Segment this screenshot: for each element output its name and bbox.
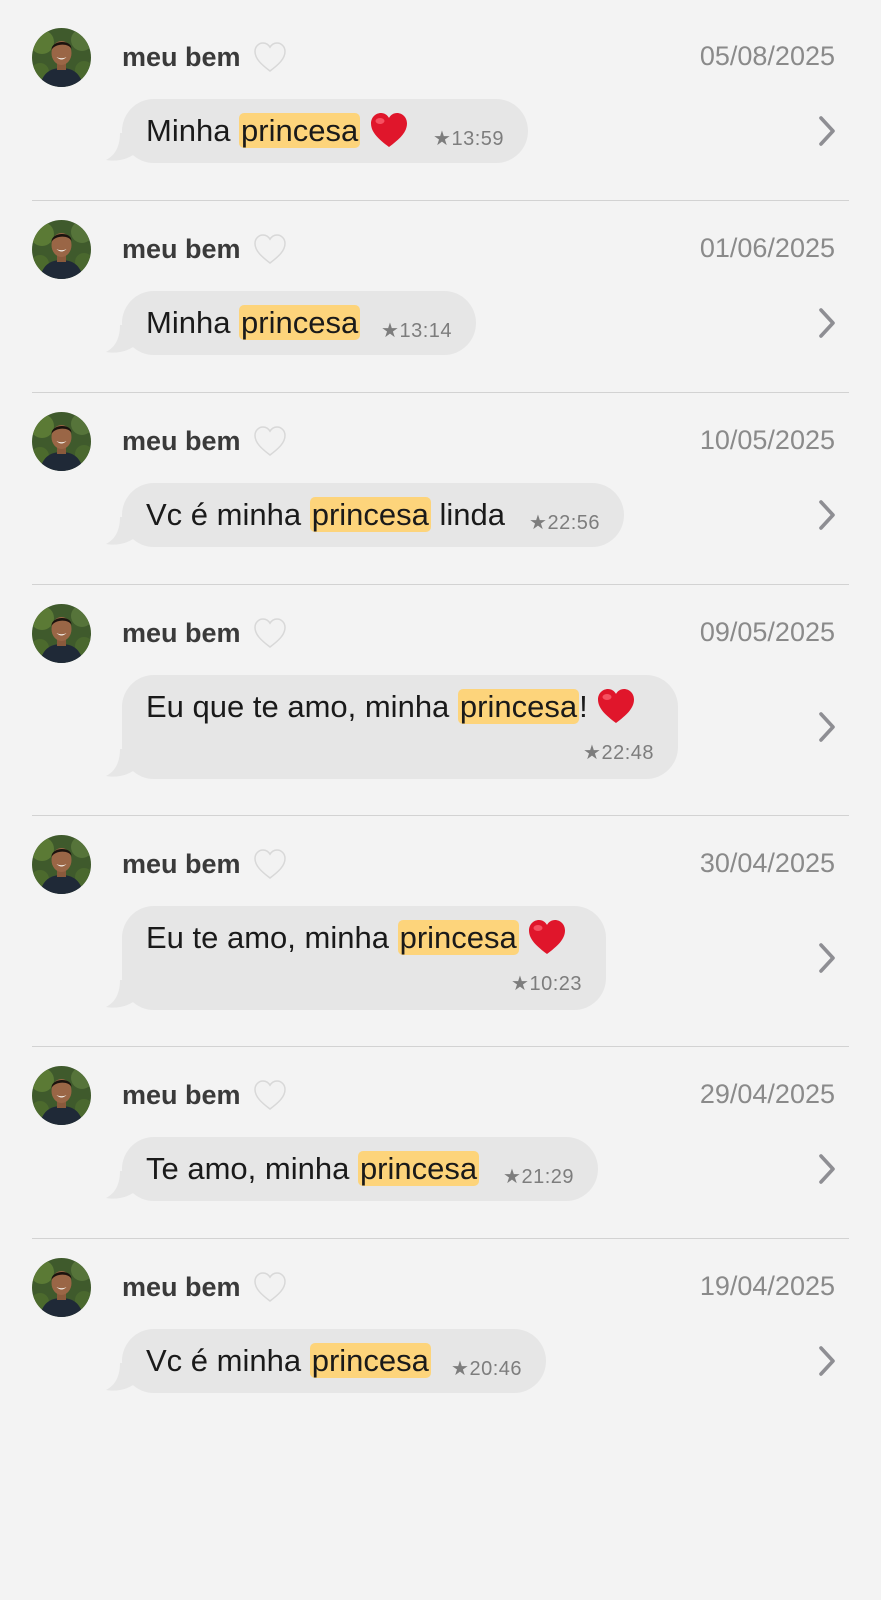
message-text: Te amo, minha princesa <box>146 1147 480 1191</box>
starred-time: ★13:14 <box>381 320 452 342</box>
chevron-right-icon[interactable] <box>817 498 837 532</box>
message-text-after: linda <box>430 497 506 532</box>
sender-name: meu bem <box>122 1080 241 1110</box>
white-heart-icon <box>253 233 287 265</box>
search-match-highlight: princesa <box>397 920 519 955</box>
starred-time: ★22:48 <box>583 742 654 764</box>
message-bubble[interactable]: Vc é minha princesa linda ★22:56 <box>106 483 624 547</box>
white-heart-icon <box>253 617 287 649</box>
red-heart-icon <box>527 918 567 956</box>
row-divider <box>32 815 849 816</box>
sender-name: meu bem <box>122 234 241 264</box>
starred-time: ★20:46 <box>451 1358 522 1380</box>
red-heart-icon <box>596 687 636 725</box>
message-text-before: Minha <box>146 305 240 340</box>
chevron-right-icon[interactable] <box>817 710 837 744</box>
search-match-highlight: princesa <box>357 1151 480 1186</box>
message-text: Eu que te amo, minha princesa! <box>146 685 636 729</box>
search-result-row[interactable]: meu bem 19/04/2025 Vc é minha princesa ★20:… <box>0 1230 881 1424</box>
message-text-before: Eu que te amo, minha <box>146 689 458 724</box>
bubble-tail <box>106 1171 146 1201</box>
message-bubble[interactable]: Vc é minha princesa ★20:46 <box>106 1329 546 1393</box>
bubble-tail <box>106 133 146 163</box>
message-date: 09/05/2025 <box>699 617 835 647</box>
white-heart-icon <box>253 41 287 73</box>
message-bubble[interactable]: Minha princesa ★13:14 <box>106 291 476 355</box>
white-heart-icon <box>253 1271 287 1303</box>
contact-avatar <box>32 1066 91 1125</box>
sender-name: meu bem <box>122 426 241 456</box>
bubble-tail <box>106 1363 146 1393</box>
message-date: 10/05/2025 <box>699 425 835 455</box>
starred-time: ★21:29 <box>503 1166 574 1188</box>
message-text: Vc é minha princesa linda <box>146 493 505 537</box>
message-text: Minha princesa <box>146 301 361 345</box>
search-result-row[interactable]: meu bem 29/04/2025 Te amo, minha princesa ★… <box>0 1038 881 1232</box>
red-heart-icon <box>369 111 409 149</box>
starred-time: ★22:56 <box>529 512 600 534</box>
search-match-highlight: princesa <box>457 689 580 724</box>
message-text-before: Eu te amo, minha <box>146 920 398 955</box>
message-text-before: Minha <box>146 113 240 148</box>
search-result-row[interactable]: meu bem 01/06/2025 Minha princesa ★13:14 <box>0 192 881 386</box>
chevron-right-icon[interactable] <box>817 1152 837 1186</box>
search-result-row[interactable]: meu bem 10/05/2025 Vc é minha princesa lin… <box>0 384 881 578</box>
message-date: 01/06/2025 <box>699 233 835 263</box>
contact-avatar <box>32 1258 91 1317</box>
contact-avatar <box>32 604 91 663</box>
message-date: 30/04/2025 <box>699 848 835 878</box>
search-result-row[interactable]: meu bem 30/04/2025 Eu te amo, minha prince… <box>0 807 881 1041</box>
search-result-row[interactable]: meu bem 05/08/2025 Minha princesa ★13:59 <box>0 0 881 194</box>
row-divider <box>32 1238 849 1239</box>
message-text-before: Vc é minha <box>146 497 310 532</box>
search-match-highlight: princesa <box>239 305 361 340</box>
message-text: Vc é minha princesa <box>146 1339 431 1383</box>
message-date: 05/08/2025 <box>699 41 835 71</box>
sender-name: meu bem <box>122 618 241 648</box>
message-text: Eu te amo, minha princesa <box>146 916 567 960</box>
message-text: Minha princesa <box>146 109 409 153</box>
message-text-after: ! <box>579 689 588 724</box>
sender-name: meu bem <box>122 849 241 879</box>
row-divider <box>32 1046 849 1047</box>
contact-avatar <box>32 28 91 87</box>
chevron-right-icon[interactable] <box>817 941 837 975</box>
white-heart-icon <box>253 1079 287 1111</box>
chevron-right-icon[interactable] <box>817 114 837 148</box>
message-date: 29/04/2025 <box>699 1079 835 1109</box>
chevron-right-icon[interactable] <box>817 1344 837 1378</box>
contact-avatar <box>32 835 91 894</box>
message-text-before: Te amo, minha <box>146 1151 358 1186</box>
sender-name: meu bem <box>122 1272 241 1302</box>
starred-time: ★13:59 <box>433 128 504 150</box>
search-match-highlight: princesa <box>239 113 361 148</box>
message-date: 19/04/2025 <box>699 1271 835 1301</box>
row-divider <box>32 200 849 201</box>
message-bubble[interactable]: Minha princesa ★13:59 <box>106 99 528 163</box>
bubble-tail <box>106 517 146 547</box>
bubble-tail <box>106 980 146 1010</box>
contact-avatar <box>32 220 91 279</box>
message-bubble[interactable]: Eu te amo, minha princesa ★10:23 <box>106 906 606 1010</box>
row-divider <box>32 392 849 393</box>
search-match-highlight: princesa <box>309 1343 431 1378</box>
white-heart-icon <box>253 848 287 880</box>
white-heart-icon <box>253 425 287 457</box>
message-bubble[interactable]: Te amo, minha princesa ★21:29 <box>106 1137 598 1201</box>
bubble-tail <box>106 749 146 779</box>
sender-name: meu bem <box>122 42 241 72</box>
message-bubble[interactable]: Eu que te amo, minha princesa! ★22:48 <box>106 675 678 779</box>
message-text-before: Vc é minha <box>146 1343 310 1378</box>
search-match-highlight: princesa <box>309 497 431 532</box>
row-divider <box>32 584 849 585</box>
search-result-row[interactable]: meu bem 09/05/2025 Eu que te amo, minha pr… <box>0 576 881 810</box>
starred-time: ★10:23 <box>511 973 582 995</box>
chevron-right-icon[interactable] <box>817 306 837 340</box>
bubble-tail <box>106 325 146 355</box>
contact-avatar <box>32 412 91 471</box>
